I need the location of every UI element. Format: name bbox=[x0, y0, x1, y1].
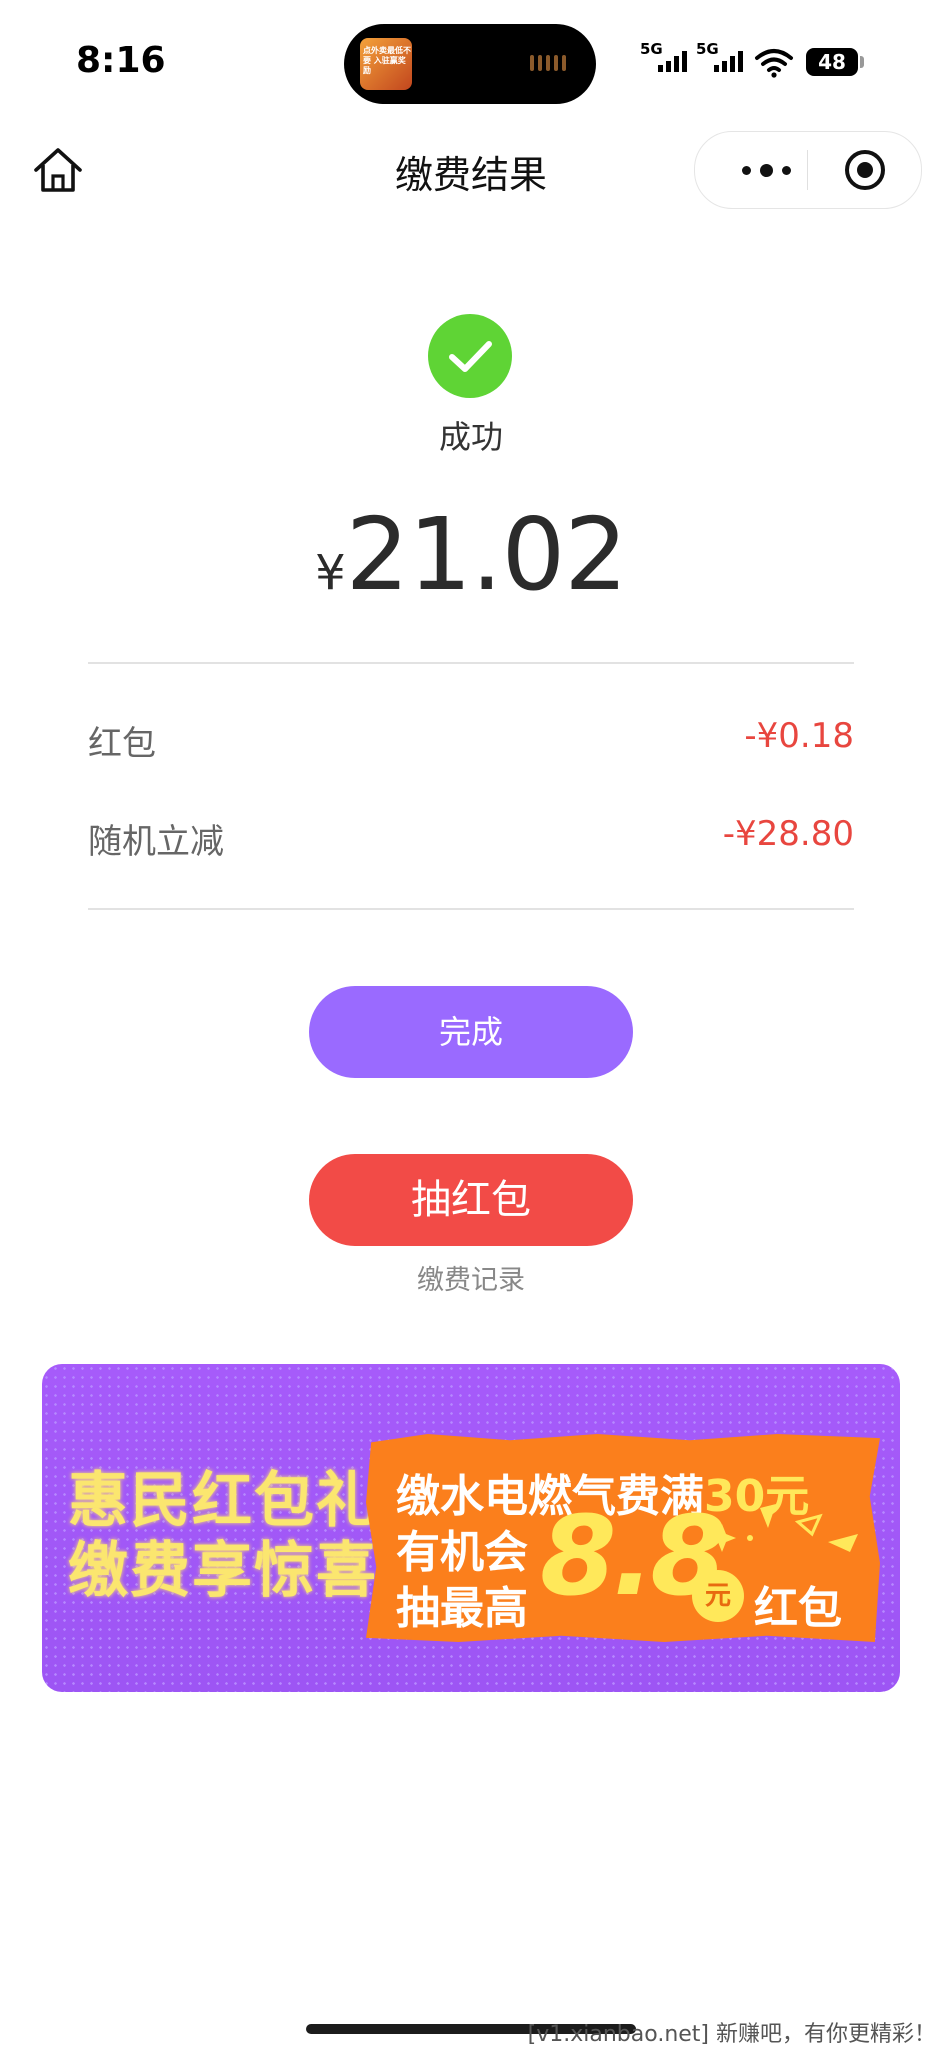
island-thumbnail-text: 点外卖最低不要 入驻赢奖励 bbox=[363, 46, 411, 75]
close-target-icon[interactable] bbox=[843, 148, 887, 192]
payment-record-link[interactable]: 缴费记录 bbox=[0, 1258, 942, 1297]
banner-headline-line1: 惠民红包礼 bbox=[68, 1466, 378, 1536]
mini-program-capsule bbox=[694, 131, 922, 209]
island-thumbnail: 点外卖最低不要 入驻赢奖励 bbox=[360, 38, 412, 90]
deduction-label-random: 随机立减 bbox=[88, 822, 224, 862]
audio-wave-icon bbox=[530, 54, 572, 72]
success-check-icon bbox=[428, 314, 512, 398]
divider-top bbox=[88, 662, 854, 664]
deduction-label-redpacket: 红包 bbox=[88, 724, 156, 764]
wifi-icon bbox=[755, 49, 793, 78]
deduction-value-redpacket: -¥0.18 bbox=[744, 716, 854, 756]
amount-value: 21.02 bbox=[345, 496, 628, 613]
draw-redpacket-button[interactable]: 抽红包 bbox=[309, 1154, 633, 1246]
done-button[interactable]: 完成 bbox=[309, 986, 633, 1078]
payment-status: 成功 bbox=[438, 418, 503, 456]
divider-bottom bbox=[88, 908, 854, 910]
battery-level: 48 bbox=[806, 48, 858, 76]
status-time: 8:16 bbox=[76, 40, 166, 81]
promo-banner[interactable]: 惠民红包礼 缴费享惊喜 缴水电燃气费满30元 有机会 抽最高 8.8 元 红包 bbox=[42, 1364, 900, 1692]
dynamic-island[interactable]: 点外卖最低不要 入驻赢奖励 bbox=[344, 24, 596, 104]
banner-max-text: 抽最高 bbox=[396, 1583, 528, 1634]
banner-redpacket-text: 红包 bbox=[754, 1583, 842, 1634]
banner-headline: 惠民红包礼 缴费享惊喜 bbox=[68, 1466, 378, 1606]
more-icon[interactable] bbox=[721, 132, 811, 208]
paid-amount: ¥21.02 bbox=[0, 496, 942, 613]
banner-chance-text: 有机会 bbox=[396, 1527, 528, 1578]
banner-unit-badge: 元 bbox=[692, 1570, 744, 1622]
capsule-divider bbox=[807, 150, 808, 190]
battery-icon bbox=[860, 56, 864, 68]
sparkle-icon bbox=[708, 1504, 858, 1552]
deduction-value-random: -¥28.80 bbox=[722, 814, 854, 854]
banner-headline-line2: 缴费享惊喜 bbox=[68, 1536, 378, 1606]
watermark: [v1.xianbao.net] 新赚吧，有你更精彩！ bbox=[527, 2022, 936, 2047]
currency-symbol: ¥ bbox=[315, 545, 346, 601]
